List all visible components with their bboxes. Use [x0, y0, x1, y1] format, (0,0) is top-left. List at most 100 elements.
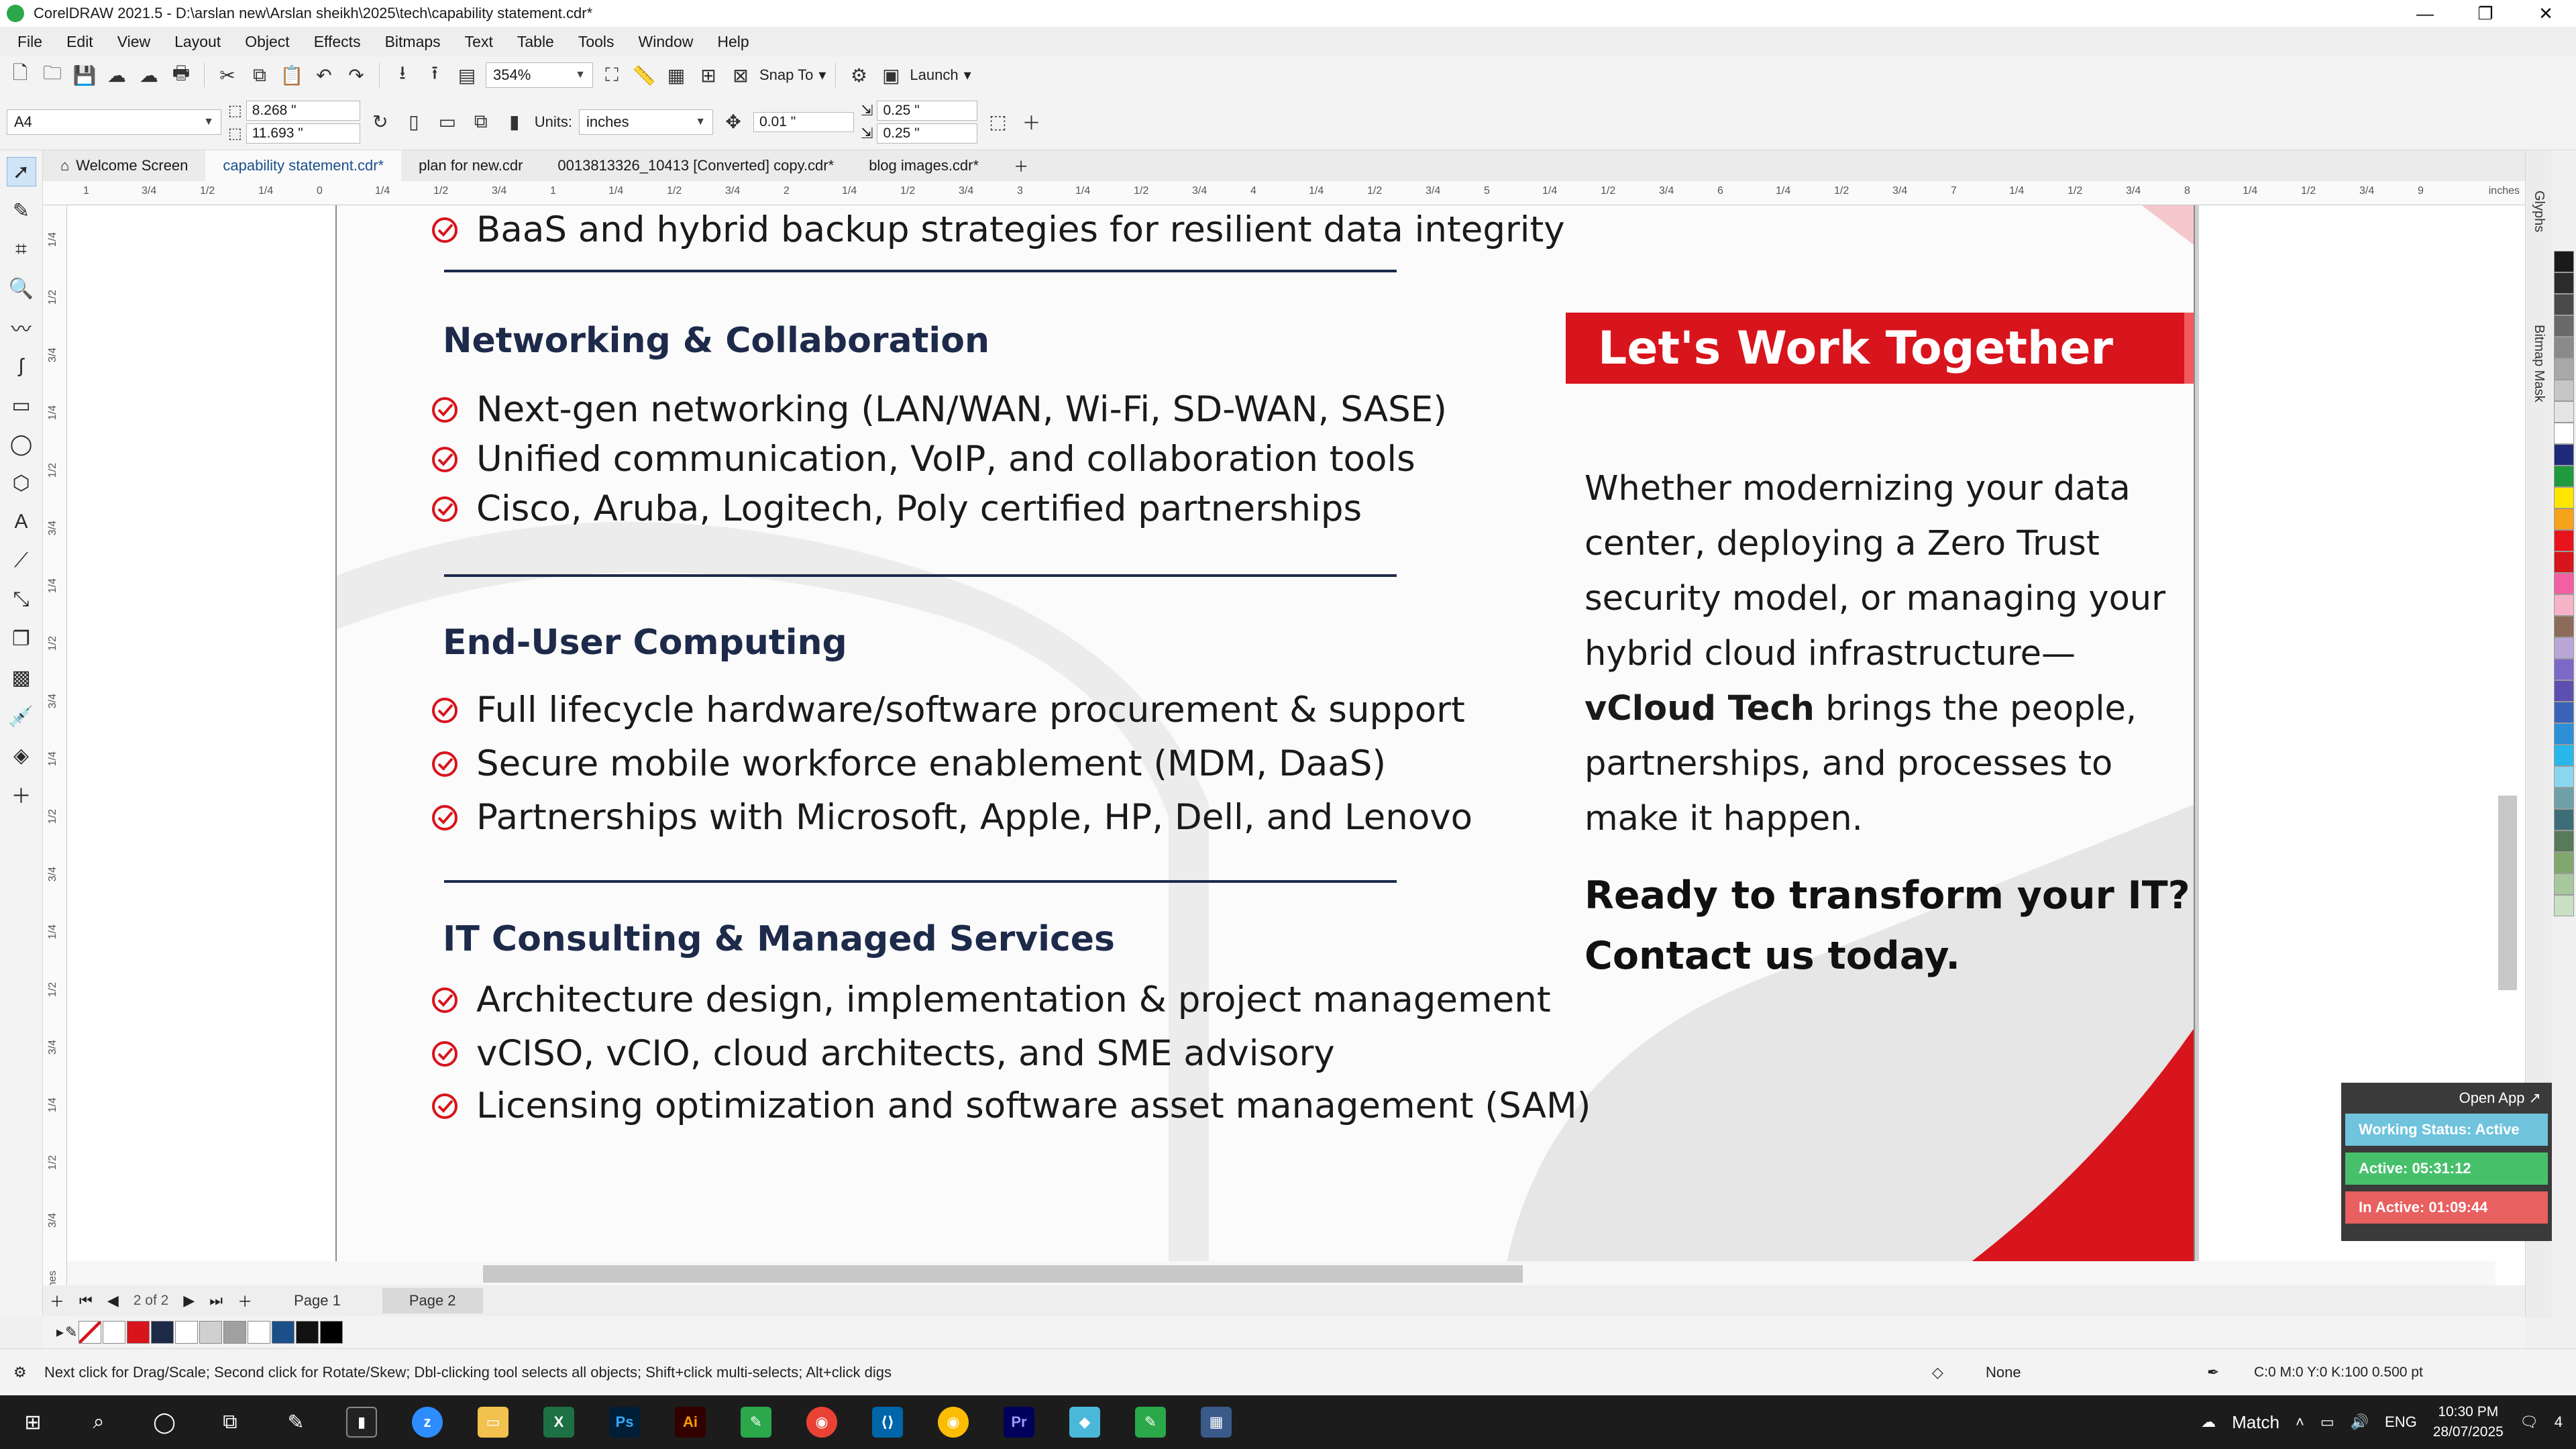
excel-icon[interactable]: X [526, 1395, 592, 1449]
palette-swatch[interactable] [2554, 873, 2574, 895]
nudge-distance-input[interactable]: 0.01 " [753, 111, 855, 132]
no-color-swatch[interactable] [78, 1321, 102, 1344]
palette-swatch[interactable] [2554, 594, 2574, 616]
system-clock[interactable]: 10:30 PM 28/07/2025 [2433, 1402, 2504, 1442]
document-palette-swatch[interactable] [320, 1321, 343, 1344]
coreldraw-icon[interactable]: ✎ [723, 1395, 789, 1449]
document-palette-swatch[interactable] [272, 1321, 295, 1344]
fill-indicator-icon[interactable]: ◇ [1932, 1364, 1943, 1381]
page-orientation-icon[interactable]: ↻ [367, 109, 394, 136]
zoom-level-combo[interactable]: 354% ▼ [486, 62, 593, 88]
palette-swatch[interactable] [2554, 788, 2574, 809]
polygon-tool-icon[interactable]: ⬡ [7, 468, 36, 498]
launch-icon[interactable]: ▣ [877, 62, 904, 89]
previous-page-icon[interactable]: ◀ [107, 1292, 119, 1309]
menu-layout[interactable]: Layout [162, 33, 233, 51]
open-app-link[interactable]: Open App ↗ [2345, 1087, 2548, 1114]
menu-window[interactable]: Window [627, 33, 706, 51]
options-gear-icon[interactable]: ⚙ [845, 62, 872, 89]
search-icon[interactable]: ⌕ [66, 1395, 131, 1449]
menu-view[interactable]: View [105, 33, 162, 51]
chevron-down-icon[interactable]: ▾ [964, 66, 971, 84]
document-palette-swatch[interactable] [248, 1321, 271, 1344]
palette-swatch[interactable] [2554, 401, 2574, 423]
page-height-input[interactable]: 11.693 " [246, 123, 360, 144]
eyedropper-icon[interactable]: ✎ [65, 1324, 77, 1341]
cortana-icon[interactable]: ◯ [131, 1395, 197, 1449]
rectangle-tool-icon[interactable]: ▭ [7, 390, 36, 420]
docker-tab-bitmap-mask[interactable]: Bitmap Mask [2531, 325, 2546, 402]
interactive-fill-icon[interactable]: ◈ [7, 741, 36, 770]
document-page[interactable]: BaaS and hybrid backup strategies for re… [335, 205, 2195, 1285]
chrome-icon[interactable]: ◉ [789, 1395, 855, 1449]
add-tool-icon[interactable]: ＋ [7, 780, 36, 809]
photoshop-icon[interactable]: Ps [592, 1395, 657, 1449]
drawing-canvas[interactable]: BaaS and hybrid backup strategies for re… [67, 205, 2525, 1285]
palette-swatch[interactable] [2554, 766, 2574, 788]
restore-button[interactable]: ❐ [2455, 0, 2516, 27]
crop-tool-icon[interactable]: ⌗ [7, 235, 36, 264]
palette-swatch[interactable] [2554, 358, 2574, 380]
menu-file[interactable]: File [5, 33, 54, 51]
show-guidelines-icon[interactable]: ⊞ [695, 62, 722, 89]
pen-icon[interactable]: ✎ [263, 1395, 329, 1449]
transparency-icon[interactable]: ▩ [7, 663, 36, 692]
palette-swatch[interactable] [2554, 852, 2574, 873]
palette-swatch[interactable] [2554, 830, 2574, 852]
palette-swatch[interactable] [2554, 272, 2574, 294]
menu-help[interactable]: Help [705, 33, 761, 51]
palette-swatch[interactable] [2554, 315, 2574, 337]
palette-swatch[interactable] [2554, 444, 2574, 466]
cut-icon[interactable]: ✂ [214, 62, 241, 89]
add-icon[interactable]: ＋ [1018, 109, 1044, 136]
show-grid-icon[interactable]: ▦ [663, 62, 690, 89]
full-screen-icon[interactable]: ⛶ [598, 62, 625, 89]
redo-icon[interactable]: ↷ [343, 62, 370, 89]
add-page-icon[interactable]: ＋ [50, 1290, 64, 1311]
network-icon[interactable]: ▭ [2320, 1413, 2334, 1431]
document-palette-swatch[interactable] [151, 1321, 174, 1344]
show-rulers-icon[interactable]: 📏 [631, 62, 657, 89]
docker-tab-glyphs[interactable]: Glyphs [2531, 191, 2546, 232]
add-page-after-icon[interactable]: ＋ [237, 1290, 252, 1311]
terminal-icon[interactable]: ▮ [329, 1395, 394, 1449]
app-icon[interactable]: ◆ [1052, 1395, 1118, 1449]
units-combo[interactable]: inches ▼ [579, 109, 714, 135]
menu-table[interactable]: Table [505, 33, 566, 51]
palette-swatch[interactable] [2554, 659, 2574, 680]
cloud-upload-icon[interactable]: ☁ [136, 62, 162, 89]
export-icon[interactable]: ⭱ [421, 62, 448, 89]
document-palette-swatch[interactable] [223, 1321, 247, 1344]
duplicate-y-input[interactable]: 0.25 " [877, 123, 978, 144]
menu-effects[interactable]: Effects [302, 33, 373, 51]
minimize-button[interactable]: — [2395, 0, 2455, 27]
all-pages-icon[interactable]: ⧉ [468, 109, 494, 136]
horizontal-scroll-thumb[interactable] [483, 1265, 1523, 1283]
palette-swatch[interactable] [2554, 745, 2574, 766]
page-tab-1[interactable]: Page 1 [267, 1288, 368, 1313]
vertical-ruler[interactable]: 1/4 1/2 3/4 1/4 1/2 3/4 1/4 1/2 3/4 1/4 1/2 3/4 1/4 1… [43, 205, 67, 1285]
palette-swatch[interactable] [2554, 616, 2574, 637]
tab-welcome-screen[interactable]: ⌂ Welcome Screen [43, 150, 205, 181]
vertical-scrollbar[interactable] [2498, 796, 2517, 990]
tab-converted-copy[interactable]: 0013813326_10413 [Converted] copy.cdr* [540, 150, 851, 181]
calculator-icon[interactable]: ▦ [1183, 1395, 1249, 1449]
file-explorer-icon[interactable]: ▭ [460, 1395, 526, 1449]
drop-shadow-icon[interactable]: ❐ [7, 624, 36, 653]
palette-swatch[interactable] [2554, 294, 2574, 315]
menu-tools[interactable]: Tools [566, 33, 627, 51]
document-palette-swatch[interactable] [175, 1321, 199, 1344]
ellipse-tool-icon[interactable]: ◯ [7, 429, 36, 459]
artistic-media-icon[interactable]: ʃ [7, 352, 36, 381]
treat-as-filled-icon[interactable]: ⬚ [984, 109, 1011, 136]
palette-swatch[interactable] [2554, 680, 2574, 702]
close-button[interactable]: ✕ [2516, 0, 2576, 27]
new-document-icon[interactable]: 🗋 [7, 62, 34, 89]
task-view-icon[interactable]: ⧉ [197, 1395, 263, 1449]
pick-tool-icon[interactable]: ➚ [6, 157, 36, 186]
connector-tool-icon[interactable]: ⤡ [7, 585, 36, 614]
landscape-icon[interactable]: ▭ [434, 109, 461, 136]
notifications-icon[interactable]: 🗨 [2520, 1413, 2538, 1431]
horizontal-scrollbar[interactable] [67, 1261, 2496, 1285]
vscode-icon[interactable]: ⟨⟩ [855, 1395, 920, 1449]
